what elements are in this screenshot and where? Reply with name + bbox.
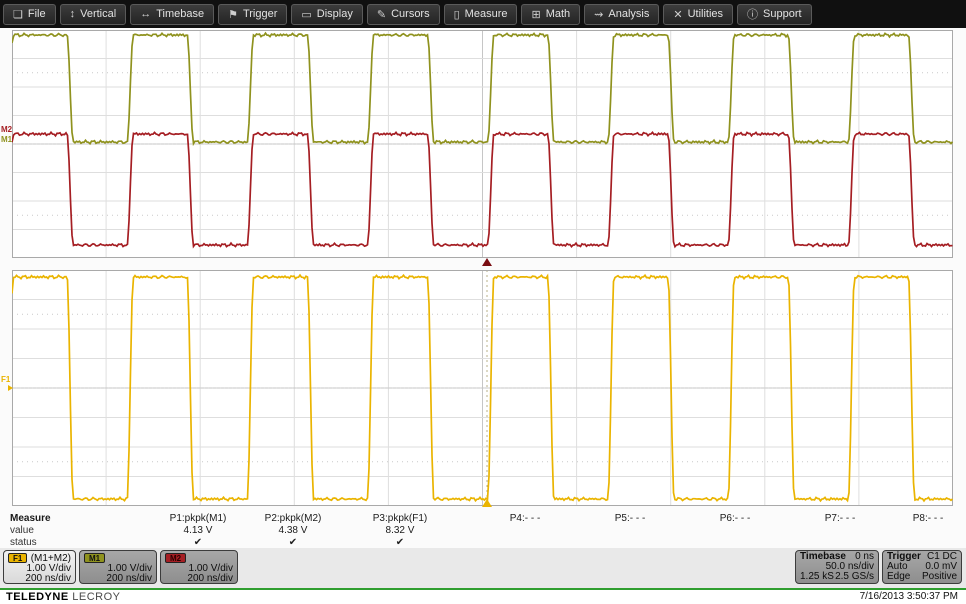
p2-value: 4.38 V [278, 525, 308, 536]
menu-cursors[interactable]: ✎ Cursors [366, 3, 440, 25]
measure-row-value: value [10, 525, 34, 536]
menu-bar: ❏ File ↕ Vertical ↔ Timebase ⚑ Trigger ▭… [0, 0, 966, 28]
menu-trigger[interactable]: ⚑ Trigger [218, 3, 288, 25]
p6-label: P6:- - - [719, 513, 751, 524]
measure-p3[interactable]: P3:pkpk(F1) 8.32 V ✔ [350, 513, 450, 549]
measure-p2[interactable]: P2:pkpk(M2) 4.38 V ✔ [243, 513, 343, 549]
p5-label: P5:- - - [614, 513, 646, 524]
display-icon: ▭ [301, 8, 312, 21]
m2-badge: M2 [165, 553, 187, 563]
bottom-grid-svg [12, 270, 953, 506]
measure-p4[interactable]: P4:- - - [475, 513, 575, 525]
timebase-box[interactable]: Timebase 0 ns 50.0 ns/div 1.25 kS 2.5 GS… [795, 550, 879, 584]
measure-p7[interactable]: P7:- - - [790, 513, 890, 525]
brand-logo: TELEDYNE LECROY [6, 591, 121, 603]
measure-p5[interactable]: P5:- - - [580, 513, 680, 525]
p3-value: 8.32 V [385, 525, 415, 536]
menu-utilities[interactable]: ✕ Utilities [663, 3, 734, 25]
trigger-slope: Positive [921, 571, 957, 582]
p1-label: P1:pkpk(M1) [169, 513, 227, 524]
m2-tdiv: 200 ns/div [187, 573, 233, 584]
trigger-type: Edge [887, 571, 911, 582]
menu-utilities-label: Utilities [687, 8, 724, 20]
m1-badge: M1 [84, 553, 106, 563]
menu-support-label: Support [763, 8, 802, 20]
measure-panel: Measure value status P1:pkpk(M1) 4.13 V … [0, 511, 966, 548]
p7-label: P7:- - - [824, 513, 856, 524]
f1-descriptor-box[interactable]: F1 (M1+M2) 1.00 V/div 200 ns/div [3, 550, 76, 584]
measure-p1[interactable]: P1:pkpk(M1) 4.13 V ✔ [148, 513, 248, 549]
measure-icon: ▯ [453, 8, 460, 21]
f1-level-arrow-icon [8, 385, 13, 391]
datetime-display: 7/16/2013 3:50:37 PM [859, 591, 958, 602]
menu-support[interactable]: ⓘ Support [737, 3, 812, 25]
support-icon: ⓘ [747, 9, 759, 21]
p4-label: P4:- - - [509, 513, 541, 524]
trigger-icon: ⚑ [228, 8, 238, 21]
timebase-icon: ↔ [140, 8, 152, 20]
m1-descriptor-box[interactable]: M1 1.00 V/div 200 ns/div [79, 550, 157, 584]
brand-lecroy: LECROY [72, 591, 121, 603]
menu-trigger-label: Trigger [242, 8, 278, 20]
waveform-grid-top[interactable] [12, 30, 953, 258]
menu-analysis[interactable]: ⇝ Analysis [584, 3, 660, 25]
trigger-box[interactable]: Trigger C1 DC Auto 0.0 mV Edge Positive [882, 550, 962, 584]
vertical-icon: ↕ [69, 8, 76, 20]
m1-tdiv: 200 ns/div [106, 573, 152, 584]
menu-display[interactable]: ▭ Display [291, 3, 363, 25]
p8-label: P8:- - - [912, 513, 944, 524]
m1-zero-marker[interactable]: M1 [1, 136, 12, 144]
trigger-time-marker-bottom-icon[interactable] [482, 499, 492, 507]
menu-cursors-label: Cursors [391, 8, 430, 20]
brand-teledyne: TELEDYNE [6, 591, 69, 603]
p3-label: P3:pkpk(F1) [372, 513, 428, 524]
menu-math-label: Math [545, 8, 571, 20]
file-icon: ❏ [13, 8, 23, 21]
analysis-icon: ⇝ [594, 8, 604, 21]
timebase-rate: 2.5 GS/s [835, 571, 874, 582]
f1-zero-marker[interactable]: F1 [1, 376, 10, 384]
measure-p6[interactable]: P6:- - - [685, 513, 785, 525]
p1-value: 4.13 V [183, 525, 213, 536]
menu-measure[interactable]: ▯ Measure [443, 3, 518, 25]
menu-measure-label: Measure [464, 8, 508, 20]
math-icon: ⊞ [531, 8, 541, 21]
menu-vertical-label: Vertical [80, 8, 117, 20]
p2-label: P2:pkpk(M2) [264, 513, 322, 524]
menu-timebase-label: Timebase [156, 8, 205, 20]
menu-file[interactable]: ❏ File [3, 3, 56, 25]
menu-display-label: Display [316, 8, 353, 20]
measure-p8[interactable]: P8:- - - [878, 513, 966, 525]
descriptor-row: F1 (M1+M2) 1.00 V/div 200 ns/div M1 1.00… [0, 548, 966, 588]
timebase-samples: 1.25 kS [800, 571, 834, 582]
waveform-grid-bottom[interactable] [12, 270, 953, 506]
menu-file-label: File [27, 8, 46, 20]
menu-analysis-label: Analysis [608, 8, 650, 20]
f1-tdiv: 200 ns/div [25, 573, 71, 584]
measure-row-status: status [10, 537, 37, 548]
m2-zero-marker[interactable]: M2 [1, 126, 12, 134]
menu-math[interactable]: ⊞ Math [521, 3, 581, 25]
footer-bar: TELEDYNE LECROY 7/16/2013 3:50:37 PM [0, 590, 966, 604]
m2-descriptor-box[interactable]: M2 1.00 V/div 200 ns/div [160, 550, 238, 584]
menu-timebase[interactable]: ↔ Timebase [130, 3, 215, 25]
measure-row-title: Measure [10, 513, 51, 524]
utilities-icon: ✕ [673, 8, 683, 21]
menu-vertical[interactable]: ↕ Vertical [59, 3, 127, 25]
top-grid-svg [12, 30, 953, 258]
cursors-icon: ✎ [376, 8, 387, 21]
f1-function: (M1+M2) [30, 552, 71, 564]
f1-badge: F1 [8, 553, 28, 563]
trigger-time-marker-icon[interactable] [482, 258, 492, 266]
oscilloscope-screen: ❏ File ↕ Vertical ↔ Timebase ⚑ Trigger ▭… [0, 0, 966, 604]
